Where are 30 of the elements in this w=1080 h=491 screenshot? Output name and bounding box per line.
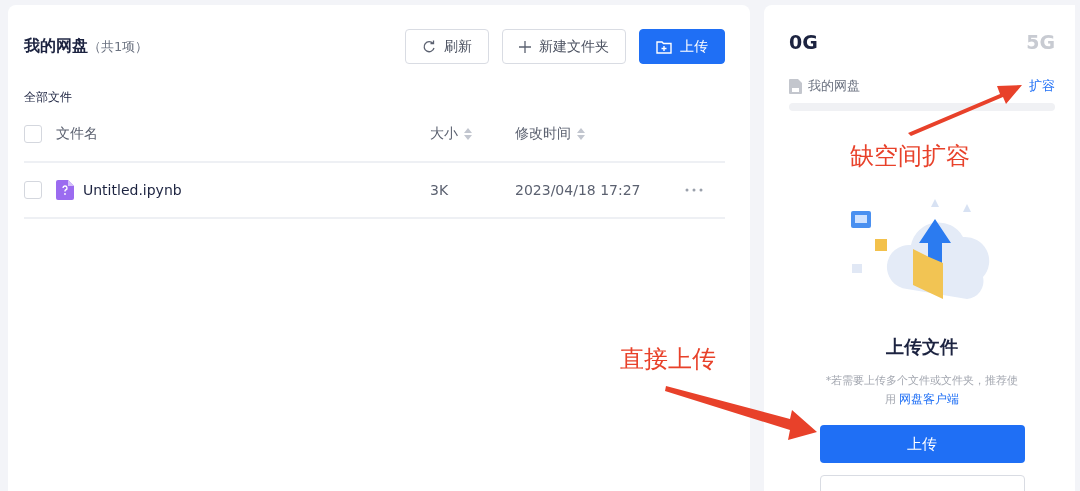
file-size: 3K: [430, 182, 450, 198]
panel-title: 我的网盘: [24, 36, 88, 57]
expand-link[interactable]: 扩容: [1029, 77, 1055, 95]
client-link[interactable]: 网盘客户端: [899, 392, 960, 406]
select-all-checkbox[interactable]: [24, 124, 42, 143]
used-space: 0G: [789, 31, 818, 53]
refresh-icon: [422, 39, 436, 54]
more-icon[interactable]: [685, 188, 703, 192]
storage-label: 我的网盘: [808, 77, 860, 95]
row-checkbox[interactable]: [24, 181, 42, 199]
folder-plus-icon: [656, 39, 672, 54]
upload-file-button[interactable]: 上传: [819, 425, 1025, 463]
upload-hint: *若需要上传多个文件或文件夹，推荐使用 网盘客户端: [824, 373, 1020, 408]
upload-button[interactable]: 上传: [639, 29, 725, 64]
refresh-button[interactable]: 刷新: [405, 29, 489, 64]
upload-title: 上传文件: [886, 335, 958, 359]
file-name[interactable]: Untitled.ipynb: [83, 182, 182, 198]
annotation-text: 直接上传: [620, 344, 716, 375]
annotation-text: 缺空间扩容: [850, 141, 970, 172]
item-count: （共1项）: [88, 38, 149, 56]
column-header: 文件名: [56, 124, 98, 143]
plus-icon: [519, 40, 531, 53]
sort-icon[interactable]: [577, 127, 585, 140]
breadcrumb[interactable]: 全部文件: [24, 89, 725, 106]
column-header: 修改时间: [515, 124, 571, 143]
new-folder-button[interactable]: 新建文件夹: [502, 29, 626, 64]
sort-icon[interactable]: [464, 127, 472, 140]
modified-time: 2023/04/18 17:27: [515, 182, 642, 198]
column-header: 大小: [430, 124, 458, 143]
notebook-file-icon: [56, 180, 74, 200]
